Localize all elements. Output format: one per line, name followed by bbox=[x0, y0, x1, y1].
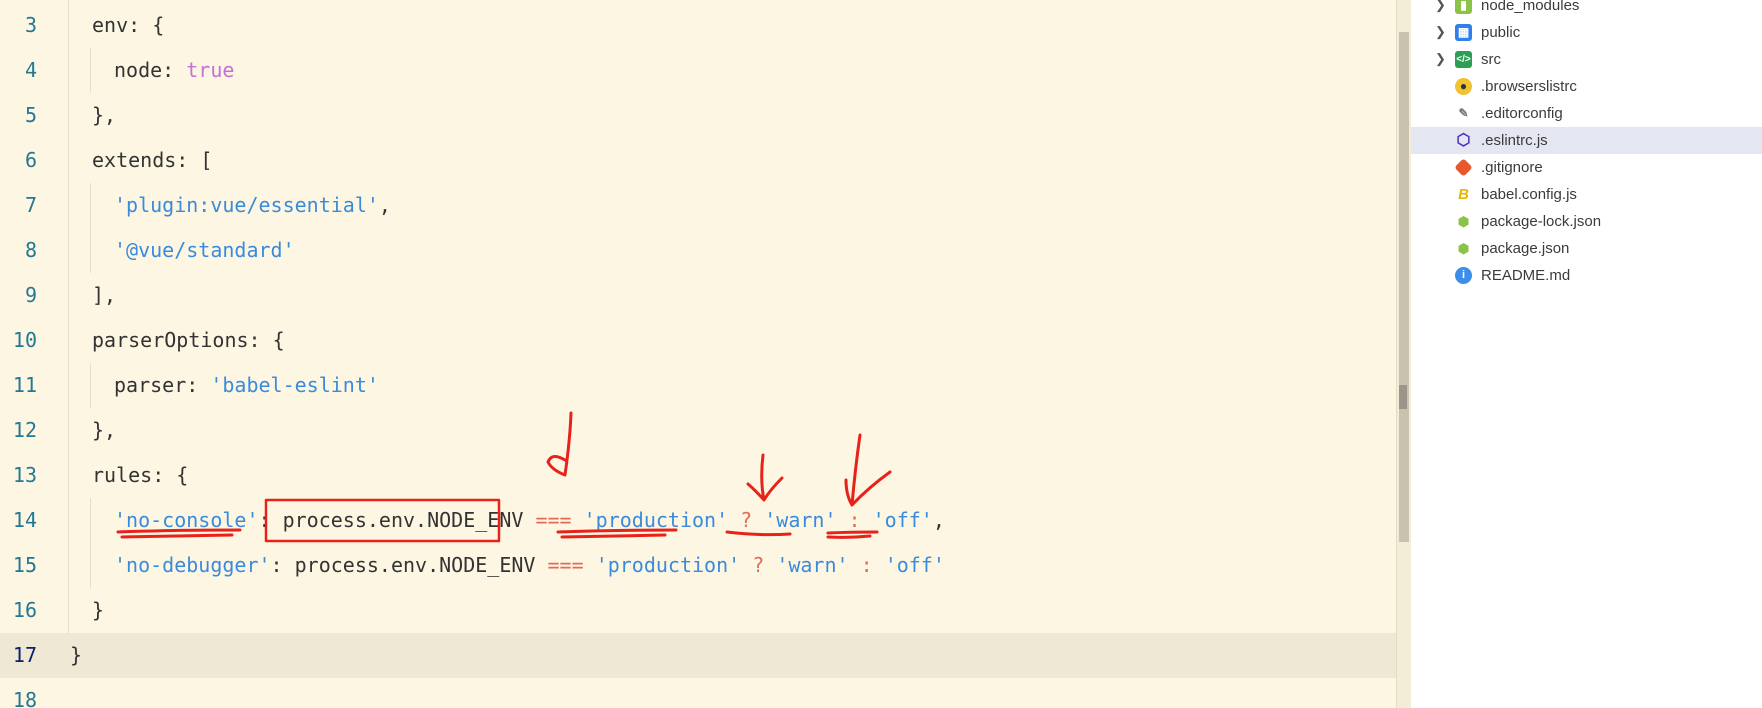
tree-item-label: package.json bbox=[1481, 240, 1570, 257]
tree-item-gitignore[interactable]: .gitignore bbox=[1411, 154, 1762, 181]
underline-off-2 bbox=[826, 534, 872, 539]
tree-item-public[interactable]: ❯ ▦ public bbox=[1411, 19, 1762, 46]
tree-item-label: babel.config.js bbox=[1481, 186, 1577, 203]
box-highlight-env-expression bbox=[264, 498, 501, 543]
underline-warn bbox=[725, 530, 792, 537]
tree-item-label: node_modules bbox=[1481, 0, 1580, 14]
browserslist-icon: ● bbox=[1455, 78, 1472, 95]
red-ink-annotations bbox=[116, 411, 892, 543]
tree-item-label: .browserslistrc bbox=[1481, 78, 1577, 95]
handwritten-mark-d bbox=[546, 411, 573, 477]
editor-scrollbar[interactable] bbox=[1396, 0, 1411, 708]
chevron-right-icon[interactable]: ❯ bbox=[1435, 49, 1449, 69]
tree-item-package-json[interactable]: ⬢ package.json bbox=[1411, 235, 1762, 262]
tree-item-src[interactable]: ❯ </> src bbox=[1411, 46, 1762, 73]
nodejs-icon: ⬢ bbox=[1457, 241, 1470, 256]
tree-item-label: package-lock.json bbox=[1481, 213, 1602, 230]
tree-item-label: .editorconfig bbox=[1481, 105, 1563, 122]
code-editor[interactable]: 3 4 5 6 7 8 9 10 11 12 13 14 15 16 17 18… bbox=[0, 0, 1396, 708]
chevron-right-icon[interactable]: ❯ bbox=[1435, 0, 1449, 15]
arrow-to-off bbox=[844, 433, 892, 507]
tree-item-node-modules[interactable]: ❯ ▮ node_modules bbox=[1411, 0, 1762, 19]
underline-production bbox=[556, 528, 678, 534]
tree-item-label: public bbox=[1481, 24, 1521, 41]
tree-item-babel-config[interactable]: B babel.config.js bbox=[1411, 181, 1762, 208]
scroll-thumb[interactable] bbox=[1399, 32, 1409, 542]
tree-item-readme[interactable]: i README.md bbox=[1411, 262, 1762, 289]
tree-item-eslintrc[interactable]: ⬡ .eslintrc.js bbox=[1411, 127, 1762, 154]
tree-item-label: src bbox=[1481, 51, 1501, 68]
folder-public-icon: ▦ bbox=[1455, 24, 1472, 41]
nodejs-icon: ⬢ bbox=[1457, 214, 1470, 229]
underline-no-console-2 bbox=[120, 533, 234, 539]
tree-item-label: README.md bbox=[1481, 267, 1571, 284]
file-explorer: ❯ ▮ node_modules ❯ ▦ public ❯ </> src ● … bbox=[1411, 0, 1762, 708]
chevron-right-icon[interactable]: ❯ bbox=[1435, 22, 1449, 42]
editorconfig-icon: ✎ bbox=[1458, 106, 1469, 120]
underline-no-console bbox=[116, 528, 242, 534]
tree-item-package-lock[interactable]: ⬢ package-lock.json bbox=[1411, 208, 1762, 235]
tree-item-browserslistrc[interactable]: ● .browserslistrc bbox=[1411, 73, 1762, 100]
git-icon bbox=[1454, 158, 1473, 177]
info-icon: i bbox=[1455, 267, 1472, 284]
tree-item-label: .eslintrc.js bbox=[1481, 132, 1548, 149]
folder-src-icon: </> bbox=[1455, 51, 1472, 68]
tree-item-editorconfig[interactable]: ✎ .editorconfig bbox=[1411, 100, 1762, 127]
underline-off bbox=[826, 530, 879, 535]
overview-ruler-mark bbox=[1399, 385, 1407, 409]
underline-production-2 bbox=[560, 533, 667, 539]
babel-icon: B bbox=[1458, 186, 1469, 203]
tree-item-label: .gitignore bbox=[1481, 159, 1543, 176]
folder-node-icon: ▮ bbox=[1455, 0, 1472, 14]
eslint-icon: ⬡ bbox=[1456, 132, 1471, 149]
arrow-to-warn bbox=[746, 453, 784, 502]
